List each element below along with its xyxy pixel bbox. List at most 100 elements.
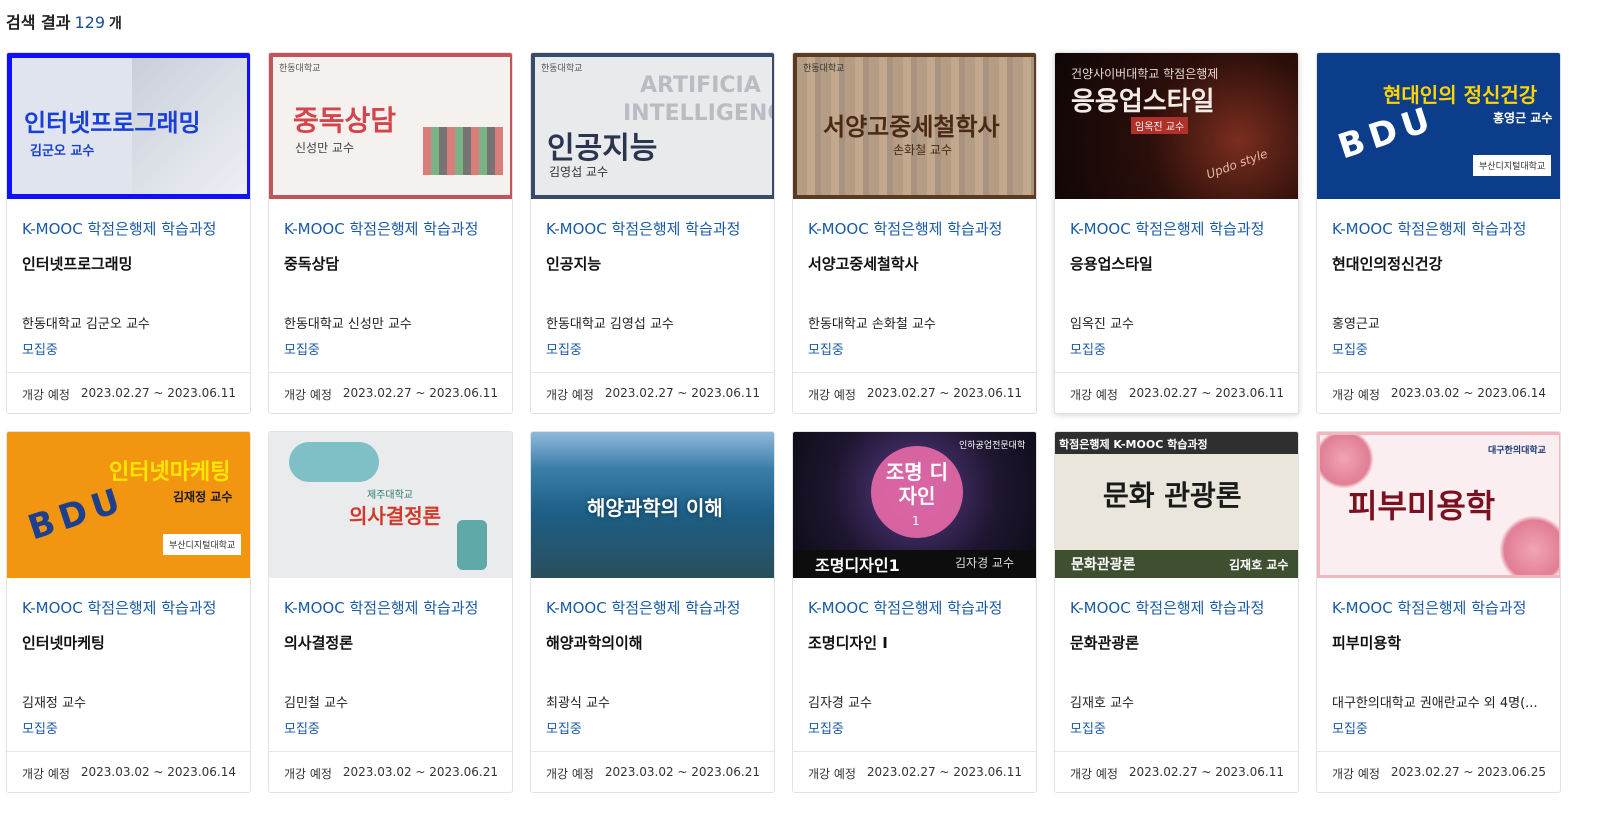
course-dates: 2023.02.27 ~ 2023.06.11 [342, 386, 498, 400]
thumb-top-text: 학점은행제 K-MOOC 학습과정 [1059, 438, 1208, 451]
course-footer: 개강 예정 2023.03.02 ~ 2023.06.14 [7, 751, 250, 792]
thumb-title: 응용업스타일 [1071, 87, 1215, 117]
course-title[interactable]: 피부미용학 [1332, 632, 1545, 653]
course-category: K-MOOC 학점은행제 학습과정 [22, 220, 217, 238]
course-thumbnail[interactable]: 한동대학교 ARTIFICIA INTELLIGENC 인공지능 김영섭 교수 [531, 53, 774, 199]
course-category: K-MOOC 학점은행제 학습과정 [1332, 599, 1527, 617]
course-dates: 2023.02.27 ~ 2023.06.11 [866, 386, 1022, 400]
thumb-title: 인공지능 [547, 131, 658, 166]
course-dates: 2023.02.27 ~ 2023.06.11 [80, 386, 236, 400]
course-status: 모집중 [1070, 343, 1106, 358]
thumb-subtitle: 김군오 교수 [30, 144, 95, 159]
thumb-logo: 제주대학교 [367, 490, 413, 501]
course-status: 모집중 [1332, 343, 1368, 358]
course-footer: 개강 예정 2023.02.27 ~ 2023.06.11 [1055, 751, 1298, 792]
course-dates: 2023.03.02 ~ 2023.06.21 [342, 765, 498, 779]
course-card[interactable]: 한동대학교 ARTIFICIA INTELLIGENC 인공지능 김영섭 교수 … [530, 52, 775, 414]
course-thumbnail[interactable]: 제주대학교 의사결정론 [269, 432, 512, 578]
open-label: 개강 예정 [22, 767, 70, 781]
course-footer: 개강 예정 2023.02.27 ~ 2023.06.11 [7, 372, 250, 413]
course-card[interactable]: 대구한의대학교 피부미용학 K-MOOC 학점은행제 학습과정 피부미용학 대구… [1316, 431, 1561, 793]
course-title[interactable]: 인터넷마케팅 [22, 632, 235, 653]
course-title[interactable]: 중독상담 [284, 253, 497, 274]
course-instructor: 임옥진 교수 [1070, 317, 1134, 332]
course-title[interactable]: 서양고중세철학사 [808, 253, 1021, 274]
thumb-title: 현대인의 정신건강 [1383, 83, 1538, 107]
course-card[interactable]: 건양사이버대학교 학점은행제 응용업스타일 임옥진 교수 Updo style … [1054, 52, 1299, 414]
course-instructor: 김자경 교수 [808, 696, 872, 711]
course-thumbnail[interactable]: 대구한의대학교 피부미용학 [1317, 432, 1560, 578]
course-category: K-MOOC 학점은행제 학습과정 [808, 220, 1003, 238]
course-card[interactable]: 학점은행제 K-MOOC 학습과정 문화 관광론 문화관광론 김재호 교수 K-… [1054, 431, 1299, 793]
thumb-script-text: Updo style [1204, 146, 1270, 182]
course-status: 모집중 [808, 722, 844, 737]
thumb-title: 의사결정론 [349, 504, 441, 528]
course-card[interactable]: 현대인의 정신건강 홍영근 교수 BDU 부산디지털대학교 K-MOOC 학점은… [1316, 52, 1561, 414]
open-label: 개강 예정 [808, 767, 856, 781]
course-category: K-MOOC 학점은행제 학습과정 [546, 220, 741, 238]
course-card[interactable]: 해양과학의 이해 K-MOOC 학점은행제 학습과정 해양과학의이해 최광식 교… [530, 431, 775, 793]
thumb-subtitle: 김영섭 교수 [549, 165, 609, 179]
course-card[interactable]: 인터넷프로그래밍 김군오 교수 K-MOOC 학점은행제 학습과정 인터넷프로그… [6, 52, 251, 414]
course-instructor: 한동대학교 김영섭 교수 [546, 317, 674, 332]
course-category: K-MOOC 학점은행제 학습과정 [284, 599, 479, 617]
course-dates: 2023.03.02 ~ 2023.06.14 [80, 765, 236, 779]
course-instructor: 홍영근교 [1332, 317, 1380, 332]
course-title[interactable]: 해양과학의이해 [546, 632, 759, 653]
open-label: 개강 예정 [22, 388, 70, 402]
course-status: 모집중 [284, 722, 320, 737]
course-thumbnail[interactable]: 인터넷마케팅 김재정 교수 BDU 부산디지털대학교 [7, 432, 250, 578]
thumb-subtitle: 김재호 교수 [1229, 558, 1289, 572]
hand-image [289, 442, 379, 482]
thumb-logo: 부산디지털대학교 [1473, 155, 1552, 176]
course-thumbnail[interactable]: 한동대학교 중독상담 신성만 교수 [269, 53, 512, 199]
course-instructor: 한동대학교 손화철 교수 [808, 317, 936, 332]
course-instructor: 김민철 교수 [284, 696, 348, 711]
course-title[interactable]: 현대인의정신건강 [1332, 253, 1545, 274]
course-thumbnail[interactable]: 학점은행제 K-MOOC 학습과정 문화 관광론 문화관광론 김재호 교수 [1055, 432, 1298, 578]
course-category: K-MOOC 학점은행제 학습과정 [1070, 599, 1265, 617]
thumb-subtitle: 홍영근 교수 [1493, 111, 1553, 125]
course-category: K-MOOC 학점은행제 학습과정 [1332, 220, 1527, 238]
course-title[interactable]: 응용업스타일 [1070, 253, 1283, 274]
course-status: 모집중 [546, 722, 582, 737]
course-thumbnail[interactable]: 한동대학교 서양고중세철학사 손화철 교수 [793, 53, 1036, 199]
course-dates: 2023.02.27 ~ 2023.06.11 [1128, 765, 1284, 779]
course-instructor: 김재호 교수 [1070, 696, 1134, 711]
course-thumbnail[interactable]: 인하공업전문대학 조명 디자인 1 조명디자인1 김자경 교수 [793, 432, 1036, 578]
course-footer: 개강 예정 2023.02.27 ~ 2023.06.11 [1055, 372, 1298, 413]
thumb-logo: 부산디지털대학교 [163, 534, 242, 555]
course-title[interactable]: 조명디자인 I [808, 632, 1021, 653]
open-label: 개강 예정 [1332, 388, 1380, 402]
open-label: 개강 예정 [546, 388, 594, 402]
course-title[interactable]: 인터넷프로그래밍 [22, 253, 235, 274]
result-count: 129 [74, 13, 105, 32]
thumb-bar-title: 문화관광론 [1071, 557, 1136, 573]
course-title[interactable]: 문화관광론 [1070, 632, 1283, 653]
thumb-subtitle: 신성만 교수 [295, 141, 355, 155]
course-card[interactable]: 한동대학교 서양고중세철학사 손화철 교수 K-MOOC 학점은행제 학습과정 … [792, 52, 1037, 414]
course-card[interactable]: 제주대학교 의사결정론 K-MOOC 학점은행제 학습과정 의사결정론 김민철 … [268, 431, 513, 793]
course-card[interactable]: 인하공업전문대학 조명 디자인 1 조명디자인1 김자경 교수 K-MOOC 학… [792, 431, 1037, 793]
course-thumbnail[interactable]: 해양과학의 이해 [531, 432, 774, 578]
thumb-subtitle: 김재정 교수 [173, 490, 233, 504]
thumb-logo: 대구한의대학교 [1488, 446, 1546, 456]
course-title[interactable]: 의사결정론 [284, 632, 497, 653]
course-title[interactable]: 인공지능 [546, 253, 759, 274]
thumb-title: 인터넷마케팅 [109, 460, 231, 485]
course-thumbnail[interactable]: 현대인의 정신건강 홍영근 교수 BDU 부산디지털대학교 [1317, 53, 1560, 199]
thumb-title: 서양고중세철학사 [823, 113, 1000, 141]
course-instructor: 한동대학교 김군오 교수 [22, 317, 150, 332]
open-label: 개강 예정 [1070, 767, 1118, 781]
course-thumbnail[interactable]: 인터넷프로그래밍 김군오 교수 [7, 53, 250, 199]
thumb-logo: 한동대학교 [279, 64, 321, 74]
course-category: K-MOOC 학점은행제 학습과정 [808, 599, 1003, 617]
thumb-bar-title: 조명디자인1 [815, 556, 900, 575]
thumb-number: 1 [912, 514, 920, 528]
thumb-title: 문화 관광론 [1103, 479, 1242, 512]
course-card[interactable]: 인터넷마케팅 김재정 교수 BDU 부산디지털대학교 K-MOOC 학점은행제 … [6, 431, 251, 793]
thumb-subtitle: 김자경 교수 [955, 556, 1015, 570]
course-thumbnail[interactable]: 건양사이버대학교 학점은행제 응용업스타일 임옥진 교수 Updo style [1055, 53, 1298, 199]
course-card[interactable]: 한동대학교 중독상담 신성만 교수 K-MOOC 학점은행제 학습과정 중독상담… [268, 52, 513, 414]
thumb-logo: 한동대학교 [541, 64, 583, 74]
